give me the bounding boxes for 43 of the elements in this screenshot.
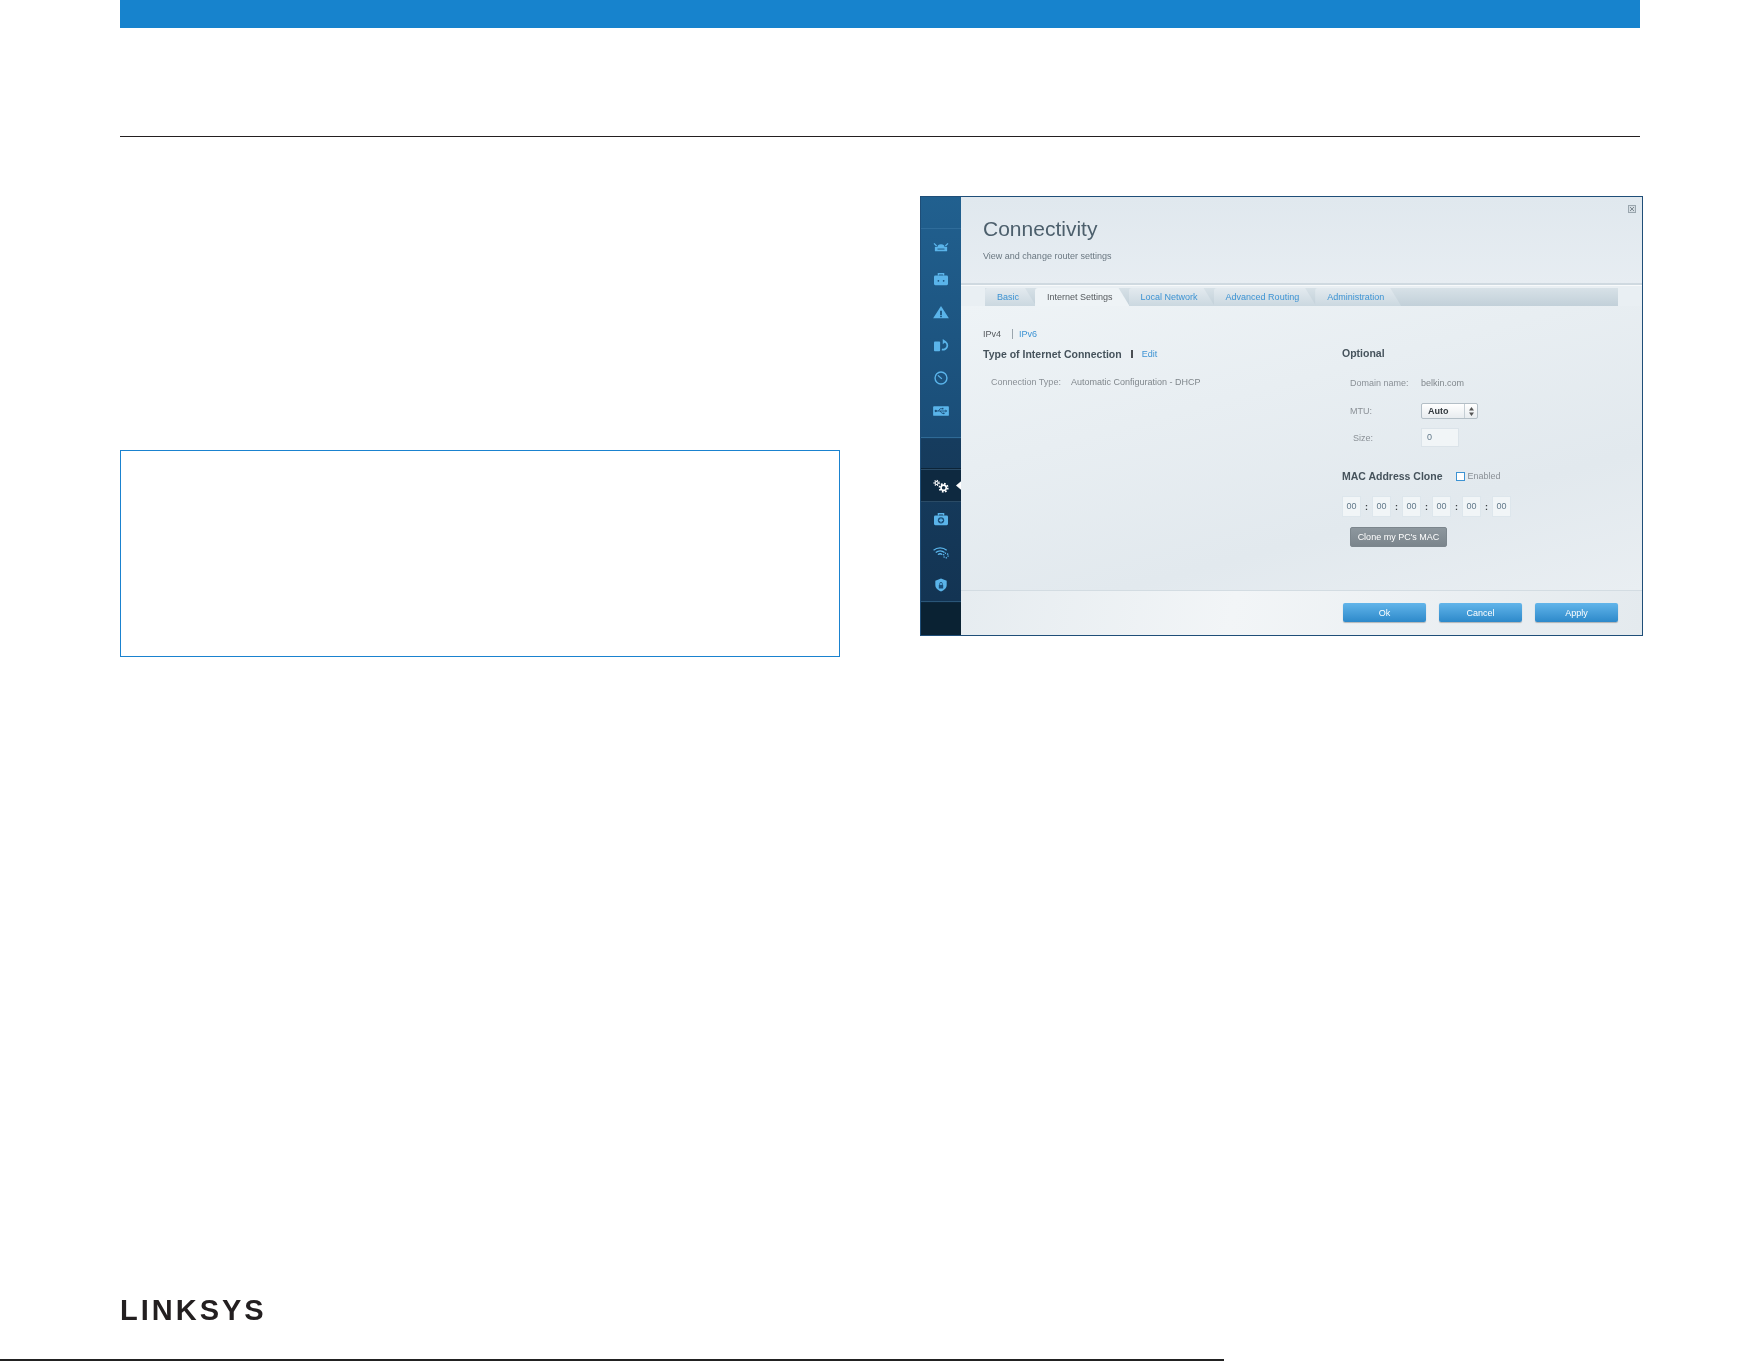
usb-icon xyxy=(932,403,950,418)
tab[interactable]: Advanced Routing xyxy=(1213,288,1317,306)
field-label: MTU: xyxy=(1350,405,1373,417)
mtu-select[interactable]: Auto xyxy=(1421,403,1478,419)
mac-separator: : xyxy=(1424,500,1429,513)
field-value: Automatic Configuration - DHCP xyxy=(1071,376,1201,388)
page-title: Connectivity xyxy=(983,216,1099,241)
tab[interactable]: Administration xyxy=(1315,288,1402,306)
edit-link[interactable]: Edit xyxy=(1141,348,1158,360)
mac-separator: : xyxy=(1454,500,1459,513)
action-button[interactable]: Ok xyxy=(1343,603,1426,622)
action-button[interactable]: Cancel xyxy=(1439,603,1522,622)
briefcase-icon xyxy=(932,271,950,286)
brand-logo: LINKSYS xyxy=(120,1294,267,1326)
section-heading: Type of Internet Connection xyxy=(983,347,1122,361)
tab[interactable]: Local Network xyxy=(1128,288,1215,306)
gear-icon xyxy=(932,478,950,493)
mac-separator: : xyxy=(1394,500,1399,513)
tab[interactable]: Basic xyxy=(985,288,1036,306)
mac-separator: : xyxy=(1364,500,1369,513)
pointer-icon xyxy=(956,481,961,490)
section-heading: MAC Address Clone xyxy=(1342,469,1443,483)
field-value: belkin.com xyxy=(1421,377,1465,389)
checkbox-label: Enabled xyxy=(1467,470,1501,482)
gauge-icon xyxy=(932,370,950,385)
shield-lock-icon xyxy=(932,577,950,592)
sidebar-item[interactable] xyxy=(921,469,961,502)
action-button[interactable]: Apply xyxy=(1535,603,1618,622)
close-icon[interactable] xyxy=(1628,205,1636,213)
ip-version-link[interactable]: IPv6 xyxy=(1019,328,1038,340)
wifi-gear-icon xyxy=(932,544,950,559)
mac-separator: : xyxy=(1484,500,1489,513)
tab[interactable]: Internet Settings xyxy=(1035,288,1130,306)
page-subtitle: View and change router settings xyxy=(983,250,1112,262)
ip-version-link[interactable]: IPv4 xyxy=(983,328,1001,340)
medical-kit-icon xyxy=(932,511,950,526)
field-label: Connection Type: xyxy=(991,376,1062,388)
section-heading: Optional xyxy=(1342,346,1385,360)
phone-arrow-icon xyxy=(932,337,950,352)
field-label: Size: xyxy=(1352,431,1374,444)
warning-icon xyxy=(932,304,950,319)
updown-arrows-icon xyxy=(1468,406,1474,416)
field-label: Domain name: xyxy=(1350,377,1410,389)
